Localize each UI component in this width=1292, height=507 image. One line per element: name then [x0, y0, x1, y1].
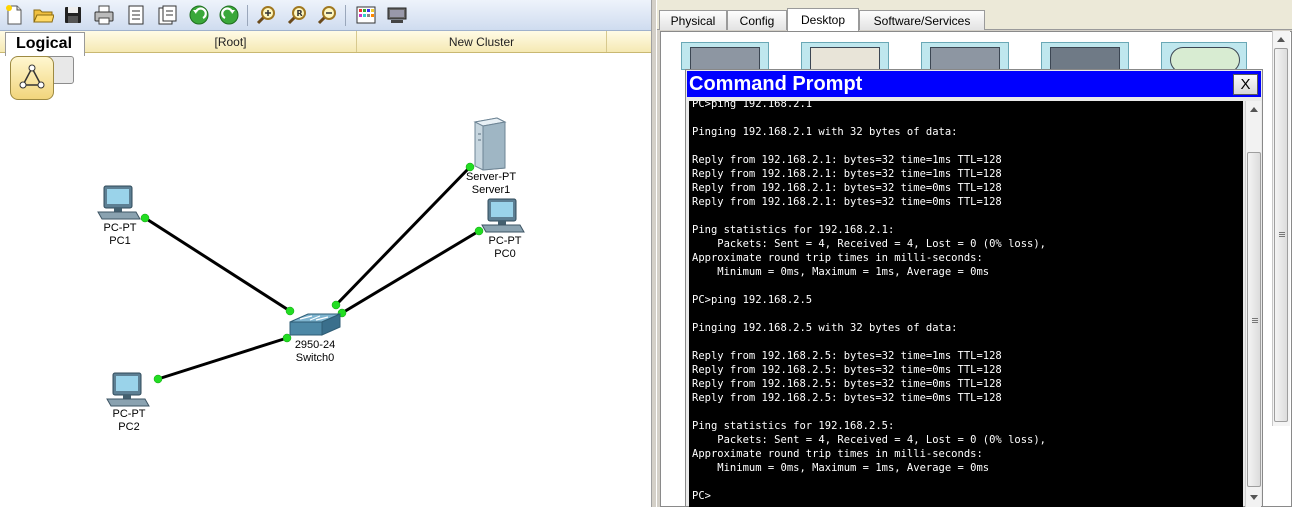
command-prompt-titlebar[interactable]: Command Prompt X [687, 71, 1261, 97]
undo-icon[interactable] [187, 3, 211, 27]
pc2-name: PC2 [118, 421, 140, 433]
device-tabs: Physical Config Desktop Software/Service… [657, 0, 1292, 31]
link-light [474, 226, 484, 236]
server1-name: Server1 [471, 184, 511, 196]
pc2-label: PC-PT PC2 [108, 408, 150, 434]
workspace-bar: [Root] New Cluster [0, 31, 651, 53]
desktop-app-tile[interactable] [1041, 42, 1129, 73]
toolbar-separator [345, 5, 346, 26]
palette-icon[interactable] [354, 3, 378, 27]
pc0-label: PC-PT PC0 [484, 235, 526, 261]
close-button[interactable]: X [1233, 74, 1258, 95]
switch0-icon[interactable] [289, 313, 341, 336]
link-light [331, 300, 341, 310]
scroll-up-icon[interactable] [1246, 101, 1262, 117]
app-root: PC-PT PC1 PC-PT PC2 PC-PT PC0 Server-PT … [0, 0, 1292, 507]
logical-tab[interactable]: Logical [5, 32, 85, 56]
zoom-reset-icon[interactable]: R [285, 3, 309, 27]
link-light [153, 374, 163, 384]
scroll-up-icon[interactable] [1273, 31, 1289, 47]
cluster-label[interactable]: New Cluster [357, 31, 607, 52]
svg-text:R: R [297, 9, 303, 18]
pc1-icon[interactable] [97, 185, 141, 220]
toolbar-separator [247, 5, 248, 26]
tab-physical[interactable]: Physical [659, 10, 727, 30]
clipboard-icon[interactable] [155, 3, 179, 27]
activity-wizard-icon[interactable] [124, 3, 148, 27]
logical-view-icon[interactable] [10, 56, 54, 100]
pc2-model: PC-PT [112, 408, 146, 420]
save-icon[interactable] [61, 3, 85, 27]
root-label[interactable]: [Root] [105, 31, 357, 52]
link-light [285, 306, 295, 316]
zoom-out-icon[interactable] [315, 3, 339, 27]
command-prompt-title: Command Prompt [689, 73, 863, 95]
pc0-model: PC-PT [488, 235, 522, 247]
cable-server1-switch0[interactable] [334, 165, 472, 307]
print-icon[interactable] [92, 3, 116, 27]
pc1-label: PC-PT PC1 [99, 222, 141, 248]
server1-icon[interactable] [473, 117, 507, 171]
cable-pc0-switch0[interactable] [341, 229, 480, 315]
zoom-in-icon[interactable] [254, 3, 278, 27]
topology-canvas [97, 117, 525, 407]
new-file-icon[interactable] [2, 3, 26, 27]
desktop-app-tile[interactable] [801, 42, 889, 73]
desktop-app-tile[interactable] [921, 42, 1009, 73]
tab-config[interactable]: Config [727, 10, 787, 30]
custom-device-icon[interactable] [385, 3, 409, 27]
terminal-output: PC>ping 192.168.2.1 Pinging 192.168.2.1 … [692, 101, 1047, 502]
pc1-name: PC1 [109, 235, 131, 247]
scroll-thumb[interactable] [1247, 152, 1261, 487]
pc0-name: PC0 [494, 248, 516, 260]
scroll-down-icon[interactable] [1246, 489, 1262, 505]
switch0-model: 2950-24 [294, 339, 336, 351]
desktop-scrollbar[interactable] [1272, 31, 1290, 426]
server1-label: Server-PT Server1 [460, 171, 522, 197]
command-prompt-window: Command Prompt X PC>ping 192.168.2.1 Pin… [685, 69, 1263, 507]
cable-pc1-switch0[interactable] [144, 216, 291, 313]
device-config-window: Physical Config Desktop Software/Service… [657, 0, 1292, 507]
link-light [140, 213, 150, 223]
scroll-thumb[interactable] [1274, 48, 1288, 422]
switch0-label: 2950-24 Switch0 [286, 339, 344, 365]
cable-pc2-switch0[interactable] [157, 336, 288, 381]
tab-software-services[interactable]: Software/Services [859, 10, 985, 30]
main-toolbar: R [0, 0, 651, 31]
pc0-icon[interactable] [481, 198, 525, 233]
open-folder-icon[interactable] [31, 3, 55, 27]
desktop-app-tile[interactable] [681, 42, 769, 73]
pc1-model: PC-PT [103, 222, 137, 234]
server1-model: Server-PT [465, 171, 517, 183]
redo-icon[interactable] [217, 3, 241, 27]
terminal-screen[interactable]: PC>ping 192.168.2.1 Pinging 192.168.2.1 … [689, 101, 1243, 507]
link-light [465, 162, 475, 172]
tab-desktop[interactable]: Desktop [787, 8, 859, 31]
switch0-name: Switch0 [295, 352, 335, 364]
terminal-scrollbar[interactable] [1245, 101, 1261, 507]
logical-workspace[interactable]: PC-PT PC1 PC-PT PC2 PC-PT PC0 Server-PT … [0, 0, 651, 507]
pc2-icon[interactable] [106, 372, 150, 407]
desktop-app-tile[interactable] [1161, 42, 1247, 73]
